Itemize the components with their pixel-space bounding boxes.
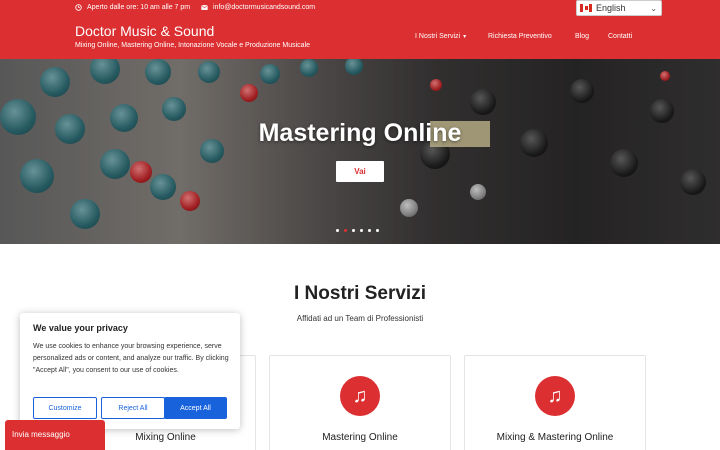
chevron-down-icon: ⌄ xyxy=(650,4,657,13)
nav-item-services[interactable]: I Nostri Servizi ▾ xyxy=(415,33,466,40)
top-info-bar: Aperto dalle ore: 10 am alle 7 pm info@d… xyxy=(0,0,720,17)
hero-slider: Mastering Online Vai xyxy=(0,59,720,244)
envelope-icon xyxy=(201,4,208,10)
cookie-customize-button[interactable]: Customize xyxy=(33,397,97,419)
nav-item-quote[interactable]: Richiesta Preventivo xyxy=(488,33,552,40)
hero-overlay xyxy=(0,59,720,244)
contact-email[interactable]: info@doctormusicandsound.com xyxy=(201,4,315,11)
site-logo-text[interactable]: Doctor Music & Sound xyxy=(75,23,214,39)
hero-title: Mastering Online xyxy=(258,119,462,147)
language-selector[interactable]: English ⌄ xyxy=(576,0,662,16)
music-note-icon: ♫ xyxy=(535,376,575,416)
opening-hours: Aperto dalle ore: 10 am alle 7 pm xyxy=(75,4,190,11)
nav-item-services-label: I Nostri Servizi xyxy=(415,33,461,40)
slider-dot-active[interactable] xyxy=(344,229,347,232)
opening-hours-text: Aperto dalle ore: 10 am alle 7 pm xyxy=(87,4,191,11)
service-card-mastering[interactable]: ♫ Mastering Online xyxy=(269,355,451,450)
caret-down-icon: ▾ xyxy=(463,34,467,40)
nav-item-contacts[interactable]: Contatti xyxy=(608,33,632,40)
slider-pagination xyxy=(336,229,379,232)
language-label: English xyxy=(596,3,626,13)
slider-dot[interactable] xyxy=(360,229,363,232)
slider-dot[interactable] xyxy=(352,229,355,232)
canada-flag-icon xyxy=(580,4,592,12)
cookie-title: We value your privacy xyxy=(33,323,128,333)
nav-item-blog[interactable]: Blog xyxy=(575,33,589,40)
hero-cta-button[interactable]: Vai xyxy=(336,161,384,182)
chat-widget-button[interactable]: Invia messaggio xyxy=(5,420,105,450)
music-note-icon: ♫ xyxy=(340,376,380,416)
service-card-mixing-mastering[interactable]: ♫ Mixing & Mastering Online xyxy=(464,355,646,450)
cookie-text: We use cookies to enhance your browsing … xyxy=(33,343,229,374)
slider-dot[interactable] xyxy=(368,229,371,232)
slider-dot[interactable] xyxy=(336,229,339,232)
site-tagline: Mixing Online, Mastering Online, Intonaz… xyxy=(75,42,311,49)
services-section-title: I Nostri Servizi xyxy=(294,283,426,304)
clock-icon xyxy=(75,4,82,11)
slider-dot[interactable] xyxy=(376,229,379,232)
cookie-accept-button[interactable]: Accept All xyxy=(164,397,227,419)
cookie-consent-banner: We value your privacy We use cookies to … xyxy=(20,313,240,429)
contact-email-text[interactable]: info@doctormusicandsound.com xyxy=(213,4,315,11)
service-card-title: Mastering Online xyxy=(322,432,398,443)
cookie-reject-button[interactable]: Reject All xyxy=(101,397,165,419)
service-card-title: Mixing & Mastering Online xyxy=(496,432,614,443)
site-header: Doctor Music & Sound Mixing Online, Mast… xyxy=(0,17,720,59)
